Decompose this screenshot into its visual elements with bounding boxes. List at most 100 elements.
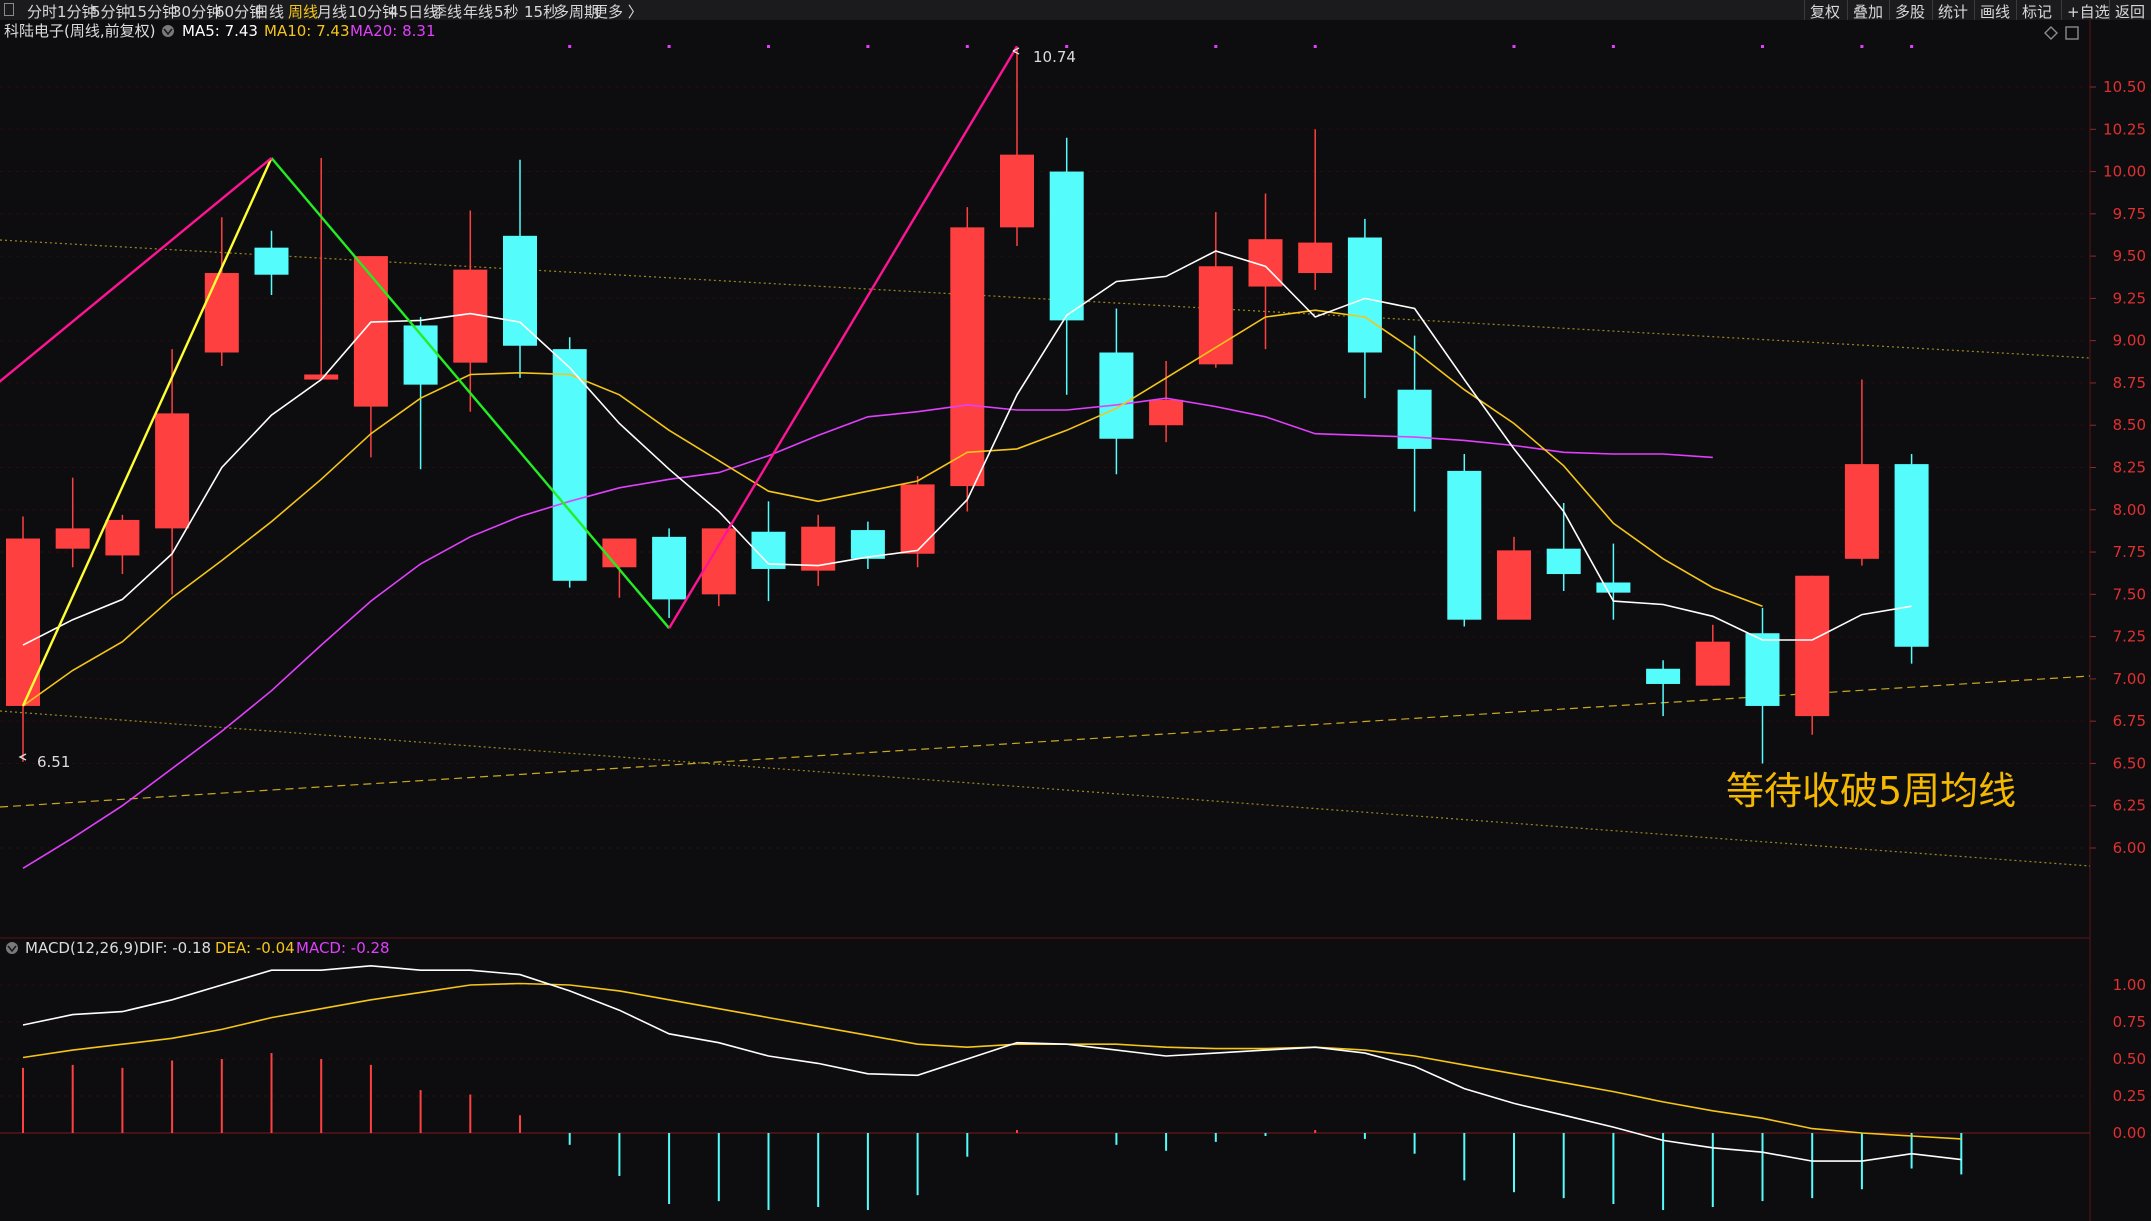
- event-marker: [1611, 45, 1615, 48]
- candle-body: [950, 227, 985, 487]
- candle-body: [1198, 266, 1233, 365]
- event-marker: [568, 45, 572, 48]
- macd-tick-label: 0.50: [2113, 1050, 2146, 1068]
- ma5-label: MA5: 7.43: [182, 22, 258, 40]
- candle-body: [1049, 171, 1084, 321]
- price-high-label: 10.74: [1033, 48, 1076, 66]
- price-tick-label: 10.00: [2103, 163, 2146, 181]
- toolbar-tool-button[interactable]: +自选: [2067, 1, 2110, 22]
- candle-body: [353, 256, 388, 407]
- stock-chart[interactable]: 10.50 10.25 10.00 9.75 9.50 9.25 9.00 8.75 8.50 8…: [0, 20, 2151, 1221]
- period-tab[interactable]: 周线: [288, 1, 318, 22]
- period-tab[interactable]: 15分钟: [128, 1, 177, 22]
- price-tick-label: 6.00: [2113, 839, 2146, 857]
- candle-body: [701, 528, 736, 595]
- ma10-label: MA10: 7.43: [264, 22, 350, 40]
- price-low-label: 6.51: [37, 753, 70, 771]
- candle-body: [204, 273, 239, 353]
- candle[interactable]: [950, 207, 985, 512]
- candle-body: [850, 530, 885, 559]
- candle-body: [1646, 668, 1681, 684]
- candle-body: [55, 528, 90, 549]
- price-tick-label: 9.50: [2113, 247, 2146, 265]
- macd-tick-label: 1.00: [2113, 976, 2146, 994]
- period-tab[interactable]: 30分钟: [172, 1, 221, 22]
- period-toolbar: 分时 1分钟 5分钟 15分钟 30分钟 60分钟 日线 周线 月线 10分钟 45日线 季线 年线 5秒…: [0, 0, 2151, 21]
- candle-body: [1447, 470, 1482, 620]
- candle-body: [1894, 464, 1929, 647]
- price-tick-label: 9.25: [2113, 289, 2146, 307]
- chart-title: 科陆电子(周线,前复权): [4, 22, 155, 40]
- toolbar-separator: [1974, 0, 1975, 20]
- candle-body: [1844, 464, 1879, 559]
- macd-title: MACD(12,26,9): [25, 939, 139, 957]
- period-tab[interactable]: 日线: [254, 1, 284, 22]
- annotation-text: 等待收破5周均线: [1726, 769, 2016, 813]
- candle-body: [1000, 154, 1034, 228]
- candle-body: [1149, 399, 1184, 426]
- event-marker: [1910, 45, 1914, 48]
- candle-body: [503, 235, 537, 346]
- candle-body: [602, 538, 637, 568]
- candle-body: [1546, 548, 1581, 575]
- period-tab[interactable]: 更多 〉: [593, 1, 643, 22]
- candle-body: [254, 247, 289, 275]
- candle-body: [1347, 237, 1382, 353]
- event-marker: [1214, 45, 1218, 48]
- period-tab[interactable]: 5分钟: [91, 1, 131, 22]
- price-tick-label: 8.00: [2113, 501, 2146, 519]
- toolbar-separator: [1889, 0, 1890, 20]
- toolbar-separator: [1932, 0, 1933, 20]
- candle-body: [1298, 242, 1333, 274]
- price-tick-label: 7.25: [2113, 628, 2146, 646]
- toolbar-tool-button[interactable]: 统计: [1938, 1, 1968, 22]
- price-tick-label: 9.75: [2113, 205, 2146, 223]
- price-tick-label: 7.75: [2113, 543, 2146, 561]
- price-tick-label: 7.00: [2113, 670, 2146, 688]
- candle[interactable]: [1795, 575, 1830, 735]
- candle-body: [1099, 352, 1134, 439]
- event-marker: [667, 45, 671, 48]
- toolbar-separator: [2016, 0, 2017, 20]
- toolbar-tool-button[interactable]: 多股: [1895, 1, 1925, 22]
- toolbar-tool-button[interactable]: 画线: [1980, 1, 2010, 22]
- period-tab[interactable]: 月线: [317, 1, 347, 22]
- candle-body: [1795, 575, 1830, 717]
- event-marker: [1512, 45, 1516, 48]
- ma20-label: MA20: 8.31: [350, 22, 436, 40]
- macd-tick-label: 0.25: [2113, 1087, 2146, 1105]
- event-marker: [1860, 45, 1864, 48]
- toolbar-separator: [2061, 0, 2062, 20]
- toolbar-tool-button[interactable]: 标记: [2022, 1, 2052, 22]
- price-tick-label: 6.50: [2113, 754, 2146, 772]
- candle[interactable]: [900, 475, 935, 568]
- candle-body: [900, 484, 935, 554]
- toolbar-tool-button[interactable]: 复权: [1810, 1, 1840, 22]
- toolbar-separator: [2109, 0, 2110, 20]
- toolbar-tool-button[interactable]: 叠加: [1853, 1, 1883, 22]
- price-tick-label: 10.50: [2103, 78, 2146, 96]
- period-tab[interactable]: 5秒: [494, 1, 519, 22]
- event-marker: [1313, 45, 1317, 48]
- panel-toggle-icon[interactable]: [4, 3, 14, 16]
- event-marker: [767, 45, 770, 48]
- period-tab[interactable]: 45日线: [389, 1, 438, 22]
- candle-body: [1745, 633, 1780, 706]
- price-tick-label: 9.00: [2113, 332, 2146, 350]
- dea-label: DEA: -0.04: [215, 939, 295, 957]
- candle-body: [1497, 550, 1531, 620]
- macd-tick-label: 0.75: [2113, 1013, 2146, 1031]
- period-tab[interactable]: 分时: [27, 1, 57, 22]
- price-tick-label: 10.25: [2103, 120, 2146, 138]
- toolbar-tool-button[interactable]: 返回: [2115, 1, 2145, 22]
- price-tick-label: 8.50: [2113, 416, 2146, 434]
- period-tab[interactable]: 15秒: [524, 1, 558, 22]
- period-tab[interactable]: 季线: [432, 1, 462, 22]
- candle-body: [1596, 582, 1631, 593]
- candle[interactable]: [1447, 453, 1482, 627]
- price-tick-label: 6.25: [2113, 797, 2146, 815]
- candle[interactable]: [1894, 453, 1929, 664]
- price-tick-label: 7.50: [2113, 585, 2146, 603]
- dif-label: DIF: -0.18: [139, 939, 211, 957]
- period-tab[interactable]: 年线: [463, 1, 493, 22]
